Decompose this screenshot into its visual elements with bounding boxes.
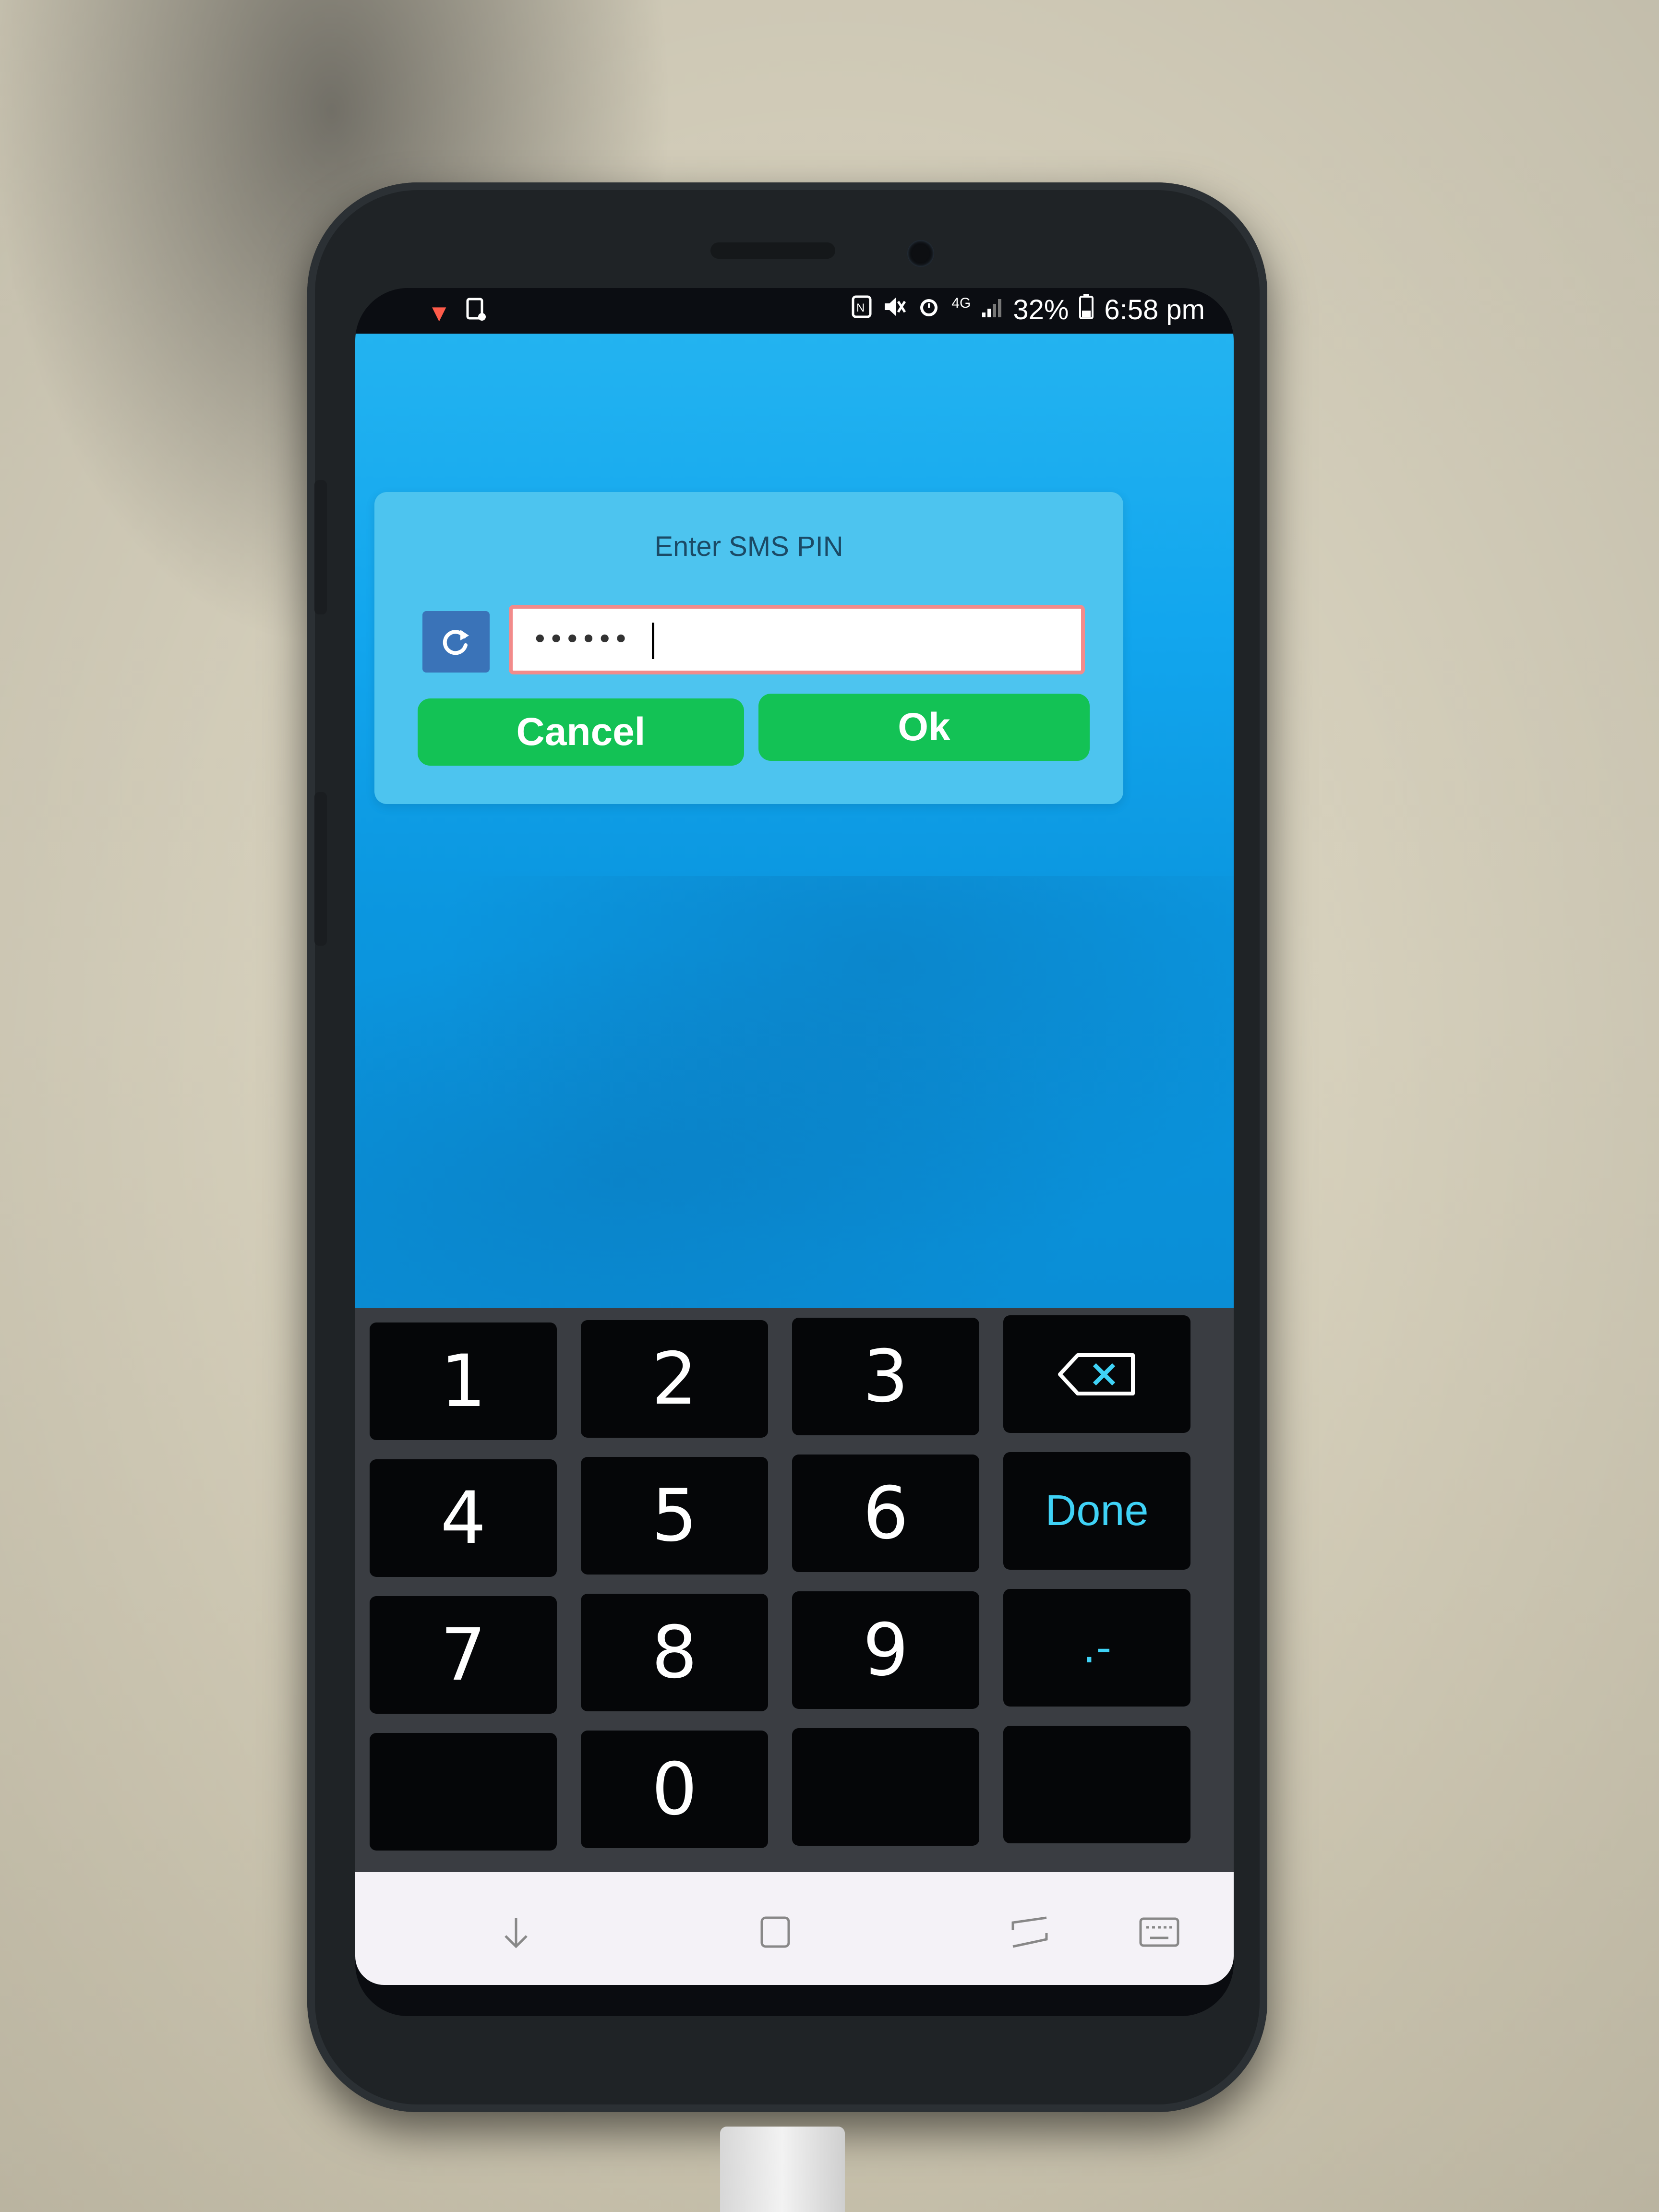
clock: 6:58 pm — [1104, 294, 1205, 325]
cancel-button[interactable]: Cancel — [418, 698, 744, 766]
recents-icon — [1011, 1916, 1048, 1948]
battery-percent: 32% — [1013, 294, 1069, 325]
status-bar: ▼ N 4G 32% 6:58 pm — [355, 288, 1234, 334]
key-7[interactable]: 7 — [370, 1596, 557, 1714]
recents-button[interactable] — [1003, 1906, 1056, 1959]
nfc-icon: N — [852, 295, 872, 325]
earpiece — [710, 242, 835, 259]
hide-keyboard-button[interactable] — [490, 1906, 542, 1959]
network-type: 4G — [951, 295, 971, 311]
empty-key-right — [1003, 1726, 1190, 1843]
key-6[interactable]: 6 — [792, 1455, 979, 1572]
key-8[interactable]: 8 — [581, 1594, 768, 1711]
sms-pin-dialog: Enter SMS PIN Cancel Ok — [374, 492, 1123, 804]
backspace-icon — [1058, 1353, 1135, 1395]
ok-button[interactable]: Ok — [758, 694, 1090, 761]
key-4[interactable]: 4 — [370, 1459, 557, 1577]
key-5[interactable]: 5 — [581, 1457, 768, 1575]
key-2[interactable]: 2 — [581, 1320, 768, 1438]
done-key[interactable]: Done — [1003, 1452, 1190, 1570]
home-icon — [760, 1916, 790, 1948]
keyboard-icon — [1139, 1917, 1179, 1947]
keyboard-switch-button[interactable] — [1133, 1906, 1186, 1959]
hide-keyboard-icon — [505, 1918, 528, 1948]
volume-button — [314, 480, 327, 614]
status-right-icons: N 4G 32% 6:58 pm — [852, 294, 1205, 326]
usb-cable — [720, 2127, 845, 2212]
sms-pin-input[interactable] — [509, 605, 1085, 674]
signal-icon — [981, 296, 1002, 325]
empty-key-middle — [792, 1728, 979, 1846]
front-camera — [907, 240, 934, 267]
text-cursor — [652, 623, 654, 659]
home-button[interactable] — [749, 1906, 802, 1959]
key-1[interactable]: 1 — [370, 1322, 557, 1440]
alarm-icon — [917, 295, 941, 325]
symbol-key[interactable]: .- — [1003, 1589, 1190, 1707]
phone-screen: ▼ N 4G 32% 6:58 pm Enter SMS PIN •••••• … — [355, 288, 1234, 2016]
key-3[interactable]: 3 — [792, 1318, 979, 1435]
key-0[interactable]: 0 — [581, 1731, 768, 1848]
key-9[interactable]: 9 — [792, 1591, 979, 1709]
dialog-title: Enter SMS PIN — [654, 531, 843, 562]
refresh-icon — [443, 630, 469, 655]
notification-icon: ▼ — [427, 299, 451, 326]
background-scenery — [355, 876, 1234, 1308]
status-left-icons: ▼ — [427, 298, 487, 328]
app-background: Enter SMS PIN Cancel Ok — [355, 334, 1234, 1308]
sim-icon — [466, 298, 487, 328]
bixby-button — [314, 792, 327, 946]
battery-icon — [1079, 294, 1094, 325]
navigation-bar — [355, 1872, 1234, 1985]
refresh-button[interactable] — [422, 611, 490, 673]
backspace-key[interactable] — [1003, 1315, 1190, 1433]
empty-key-left — [370, 1733, 557, 1851]
svg-text:N: N — [856, 301, 865, 314]
mute-icon — [882, 295, 906, 325]
numeric-keypad: 1 2 3 4 5 6 Done 7 8 9 .- 0 — [355, 1308, 1234, 1872]
